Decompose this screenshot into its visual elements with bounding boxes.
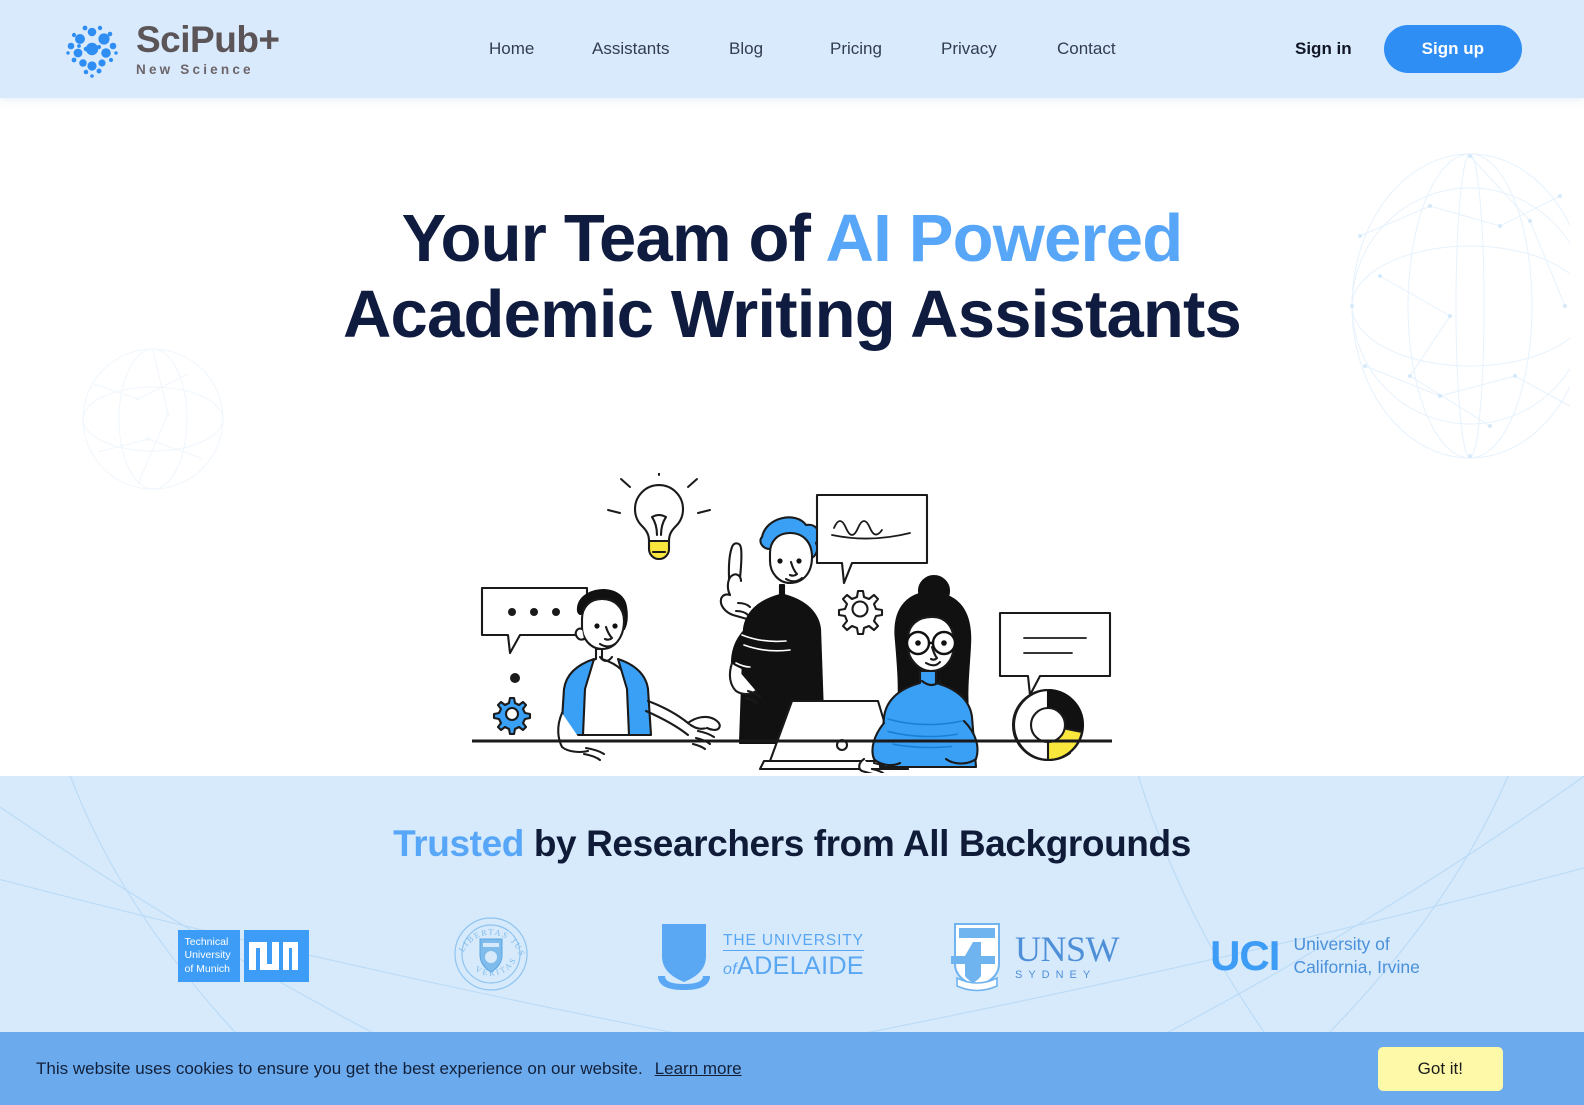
logo-slot-uci[interactable]: UCI University of California, Irvine xyxy=(1165,916,1465,996)
uci-line1: University of xyxy=(1293,934,1390,955)
logo-slot-adelaide[interactable]: THE UNIVERSITY ofADELAIDE xyxy=(615,916,905,996)
uci-mark: UCI xyxy=(1210,932,1280,979)
sign-in-link[interactable]: Sign in xyxy=(1295,39,1352,59)
trusted-title-accent: Trusted xyxy=(393,823,524,864)
adelaide-logo: THE UNIVERSITY ofADELAIDE xyxy=(656,920,864,992)
uci-wordmark: University of California, Irvine xyxy=(1293,933,1419,979)
tum-line2: University xyxy=(184,949,231,962)
logo-name: SciPub+ xyxy=(136,19,280,61)
adelaide-wordmark: THE UNIVERSITY ofADELAIDE xyxy=(722,933,864,980)
cookie-accept-button[interactable]: Got it! xyxy=(1377,1046,1503,1091)
adelaide-of: of xyxy=(722,961,738,979)
tum-line1: Technical xyxy=(184,936,229,949)
main-nav: Home Assistants Blog Pricing Privacy Con… xyxy=(489,0,1116,98)
unsw-logo: UNSW SYDNEY xyxy=(951,920,1120,992)
auth-area: Sign in Sign up xyxy=(1295,0,1522,98)
hero-section: Your Team of AI Powered Academic Writing… xyxy=(0,98,1584,776)
unsw-line1: UNSW xyxy=(1015,929,1120,969)
page-root: SciPub+ New Science Home Assistants Blog… xyxy=(0,0,1584,1105)
trusted-title: Trusted by Researchers from All Backgrou… xyxy=(0,823,1584,865)
nav-item-assistants[interactable]: Assistants xyxy=(592,39,729,59)
tum-line3: of Munich xyxy=(184,962,231,975)
sign-up-button[interactable]: Sign up xyxy=(1383,25,1522,73)
logo-slot-tum[interactable]: Technical University of Munich xyxy=(119,916,367,996)
nav-item-pricing[interactable]: Pricing xyxy=(830,39,941,59)
nav-item-blog[interactable]: Blog xyxy=(729,39,830,59)
nav-item-privacy[interactable]: Privacy xyxy=(941,39,1057,59)
adelaide-line2: ofADELAIDE xyxy=(723,954,864,979)
tum-mark xyxy=(243,930,309,982)
partner-logo-row: Technical University of Munich LIBERTAS … xyxy=(0,908,1584,998)
tum-wordmark: Technical University of Munich xyxy=(177,930,240,982)
site-header: SciPub+ New Science Home Assistants Blog… xyxy=(0,0,1584,98)
nav-item-contact[interactable]: Contact xyxy=(1057,39,1116,59)
page-title: Your Team of AI Powered Academic Writing… xyxy=(0,201,1584,353)
molecule-bubbles-icon xyxy=(62,19,122,79)
unsw-wordmark: UNSW SYDNEY xyxy=(1015,929,1120,981)
nav-item-home[interactable]: Home xyxy=(489,39,592,59)
seal-logo: LIBERTAS JUSTITIA VERITAS xyxy=(448,908,530,998)
uci-logo: UCI University of California, Irvine xyxy=(1210,932,1420,980)
unsw-crest-icon xyxy=(951,923,1000,992)
tum-logo: Technical University of Munich xyxy=(177,930,309,982)
adelaide-line1: THE UNIVERSITY xyxy=(722,933,864,952)
headline-part2: Academic Writing Assistants xyxy=(342,277,1242,353)
headline-accent: AI Powered xyxy=(825,201,1184,276)
adelaide-name: ADELAIDE xyxy=(737,952,864,981)
team-collaboration-illustration xyxy=(470,462,1114,776)
cookie-message: This website uses cookies to ensure you … xyxy=(36,1058,643,1078)
logo-tagline: New Science xyxy=(136,62,254,78)
unsw-line2: SYDNEY xyxy=(1015,969,1097,981)
logo-slot-unsw[interactable]: UNSW SYDNEY xyxy=(905,916,1165,996)
logo[interactable]: SciPub+ New Science xyxy=(62,19,280,79)
cookie-learn-more-link[interactable]: Learn more xyxy=(655,1059,742,1079)
cookie-banner: This website uses cookies to ensure you … xyxy=(0,1032,1584,1105)
logo-slot-seal[interactable]: LIBERTAS JUSTITIA VERITAS xyxy=(367,908,615,998)
uci-line2: California, Irvine xyxy=(1293,957,1420,977)
network-globe-decoration-left xyxy=(78,344,228,499)
headline-part1: Your Team of xyxy=(401,201,826,276)
trusted-title-rest: by Researchers from All Backgrounds xyxy=(523,823,1191,864)
logo-text: SciPub+ New Science xyxy=(136,21,280,77)
adelaide-shield-icon xyxy=(657,924,710,990)
